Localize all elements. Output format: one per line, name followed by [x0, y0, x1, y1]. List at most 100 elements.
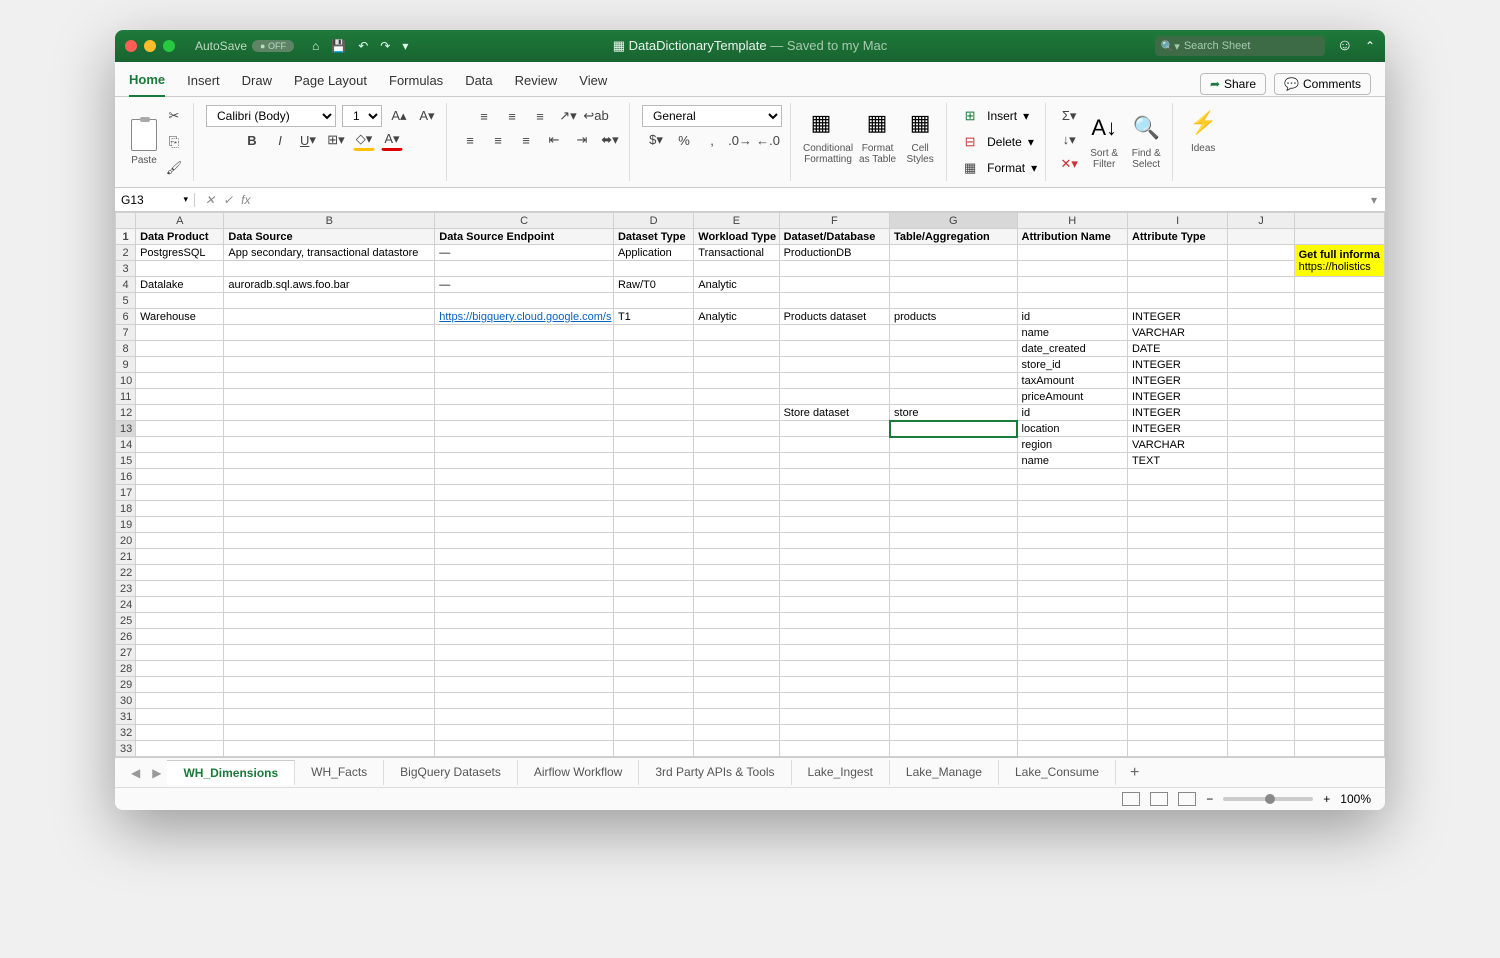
- cell[interactable]: [1294, 565, 1384, 581]
- cell[interactable]: [1228, 613, 1294, 629]
- cell[interactable]: [1228, 581, 1294, 597]
- cell[interactable]: location: [1017, 421, 1127, 437]
- align-middle-icon[interactable]: ≡: [501, 105, 523, 127]
- sheet-tab[interactable]: WH_Facts: [295, 760, 384, 785]
- cell[interactable]: [1127, 565, 1227, 581]
- cell[interactable]: [890, 645, 1018, 661]
- add-sheet-button[interactable]: +: [1116, 764, 1153, 782]
- cell[interactable]: [779, 261, 889, 277]
- sheet-nav-left-icon[interactable]: ◀: [125, 766, 146, 780]
- cell[interactable]: [1127, 549, 1227, 565]
- cell[interactable]: [1294, 645, 1384, 661]
- cell[interactable]: [1017, 517, 1127, 533]
- cell[interactable]: [136, 405, 224, 421]
- cell[interactable]: [1294, 389, 1384, 405]
- search-input[interactable]: 🔍▾ Search Sheet: [1155, 36, 1325, 56]
- zoom-slider[interactable]: [1223, 797, 1313, 801]
- conditional-formatting-button[interactable]: ▦Conditional Formatting: [803, 105, 853, 165]
- row-header[interactable]: 2: [116, 245, 136, 261]
- cell[interactable]: [694, 453, 779, 469]
- cell[interactable]: [1017, 693, 1127, 709]
- cell[interactable]: [613, 469, 693, 485]
- cell[interactable]: [1228, 661, 1294, 677]
- row-header[interactable]: 3: [116, 261, 136, 277]
- cell[interactable]: [1228, 357, 1294, 373]
- row-header[interactable]: 29: [116, 677, 136, 693]
- cell[interactable]: [779, 373, 889, 389]
- cell[interactable]: [1228, 677, 1294, 693]
- cell[interactable]: [613, 597, 693, 613]
- row-header[interactable]: 1: [116, 229, 136, 245]
- cell[interactable]: [224, 629, 435, 645]
- note-cell[interactable]: Get full informahttps://holistics: [1294, 245, 1384, 277]
- cell[interactable]: [890, 245, 1018, 261]
- cell[interactable]: [694, 613, 779, 629]
- row-header[interactable]: 22: [116, 565, 136, 581]
- cell[interactable]: [1228, 501, 1294, 517]
- col-header-A[interactable]: A: [136, 213, 224, 229]
- cell[interactable]: id: [1017, 405, 1127, 421]
- redo-icon[interactable]: ↷: [380, 39, 390, 53]
- cell[interactable]: [1017, 293, 1127, 309]
- cell[interactable]: [890, 325, 1018, 341]
- row-header[interactable]: 31: [116, 709, 136, 725]
- cell[interactable]: [779, 277, 889, 293]
- name-box[interactable]: G13▾: [115, 193, 195, 207]
- cell[interactable]: INTEGER: [1127, 373, 1227, 389]
- col-header-F[interactable]: F: [779, 213, 889, 229]
- cell[interactable]: [1017, 277, 1127, 293]
- cell[interactable]: [224, 549, 435, 565]
- cell[interactable]: [224, 597, 435, 613]
- cell[interactable]: [224, 325, 435, 341]
- cut-icon[interactable]: ✂: [163, 105, 185, 127]
- cell[interactable]: [224, 357, 435, 373]
- align-top-icon[interactable]: ≡: [473, 105, 495, 127]
- expand-formula-icon[interactable]: ▾: [1363, 193, 1385, 207]
- cell[interactable]: [890, 469, 1018, 485]
- cell[interactable]: priceAmount: [1017, 389, 1127, 405]
- cell[interactable]: [435, 645, 614, 661]
- tab-review[interactable]: Review: [515, 73, 558, 96]
- cell[interactable]: [613, 293, 693, 309]
- cell[interactable]: [779, 533, 889, 549]
- cell[interactable]: [890, 581, 1018, 597]
- cell[interactable]: [694, 677, 779, 693]
- cell[interactable]: Analytic: [694, 309, 779, 325]
- comma-icon[interactable]: ,: [701, 129, 723, 151]
- cell[interactable]: [136, 453, 224, 469]
- row-header[interactable]: 5: [116, 293, 136, 309]
- row-header[interactable]: 18: [116, 501, 136, 517]
- cell[interactable]: Data Source: [224, 229, 435, 245]
- cell[interactable]: [890, 485, 1018, 501]
- cell[interactable]: [435, 741, 614, 757]
- page-break-view-icon[interactable]: [1178, 792, 1196, 806]
- col-header-K[interactable]: [1294, 213, 1384, 229]
- cell[interactable]: [224, 645, 435, 661]
- cell[interactable]: id: [1017, 309, 1127, 325]
- decrease-decimal-icon[interactable]: ←.0: [757, 129, 779, 151]
- cell[interactable]: Application: [613, 245, 693, 261]
- cell[interactable]: [1294, 325, 1384, 341]
- cell[interactable]: [435, 613, 614, 629]
- cell[interactable]: [613, 533, 693, 549]
- cell[interactable]: [779, 661, 889, 677]
- zoom-in-icon[interactable]: +: [1323, 792, 1330, 806]
- cell[interactable]: [1294, 741, 1384, 757]
- cell[interactable]: [224, 581, 435, 597]
- cell[interactable]: Dataset/Database: [779, 229, 889, 245]
- cell[interactable]: [136, 389, 224, 405]
- row-header[interactable]: 24: [116, 597, 136, 613]
- cell[interactable]: [694, 405, 779, 421]
- cell[interactable]: [435, 709, 614, 725]
- row-header[interactable]: 21: [116, 549, 136, 565]
- cell[interactable]: [224, 405, 435, 421]
- cell[interactable]: [890, 389, 1018, 405]
- sheet-tab[interactable]: 3rd Party APIs & Tools: [639, 760, 791, 785]
- autosave-toggle[interactable]: AutoSave ● OFF: [195, 39, 294, 53]
- cell[interactable]: [1017, 725, 1127, 741]
- cell[interactable]: —: [435, 245, 614, 261]
- cell[interactable]: [779, 517, 889, 533]
- align-center-icon[interactable]: ≡: [487, 129, 509, 151]
- font-name-select[interactable]: Calibri (Body): [206, 105, 336, 127]
- cell-styles-button[interactable]: ▦Cell Styles: [902, 105, 938, 165]
